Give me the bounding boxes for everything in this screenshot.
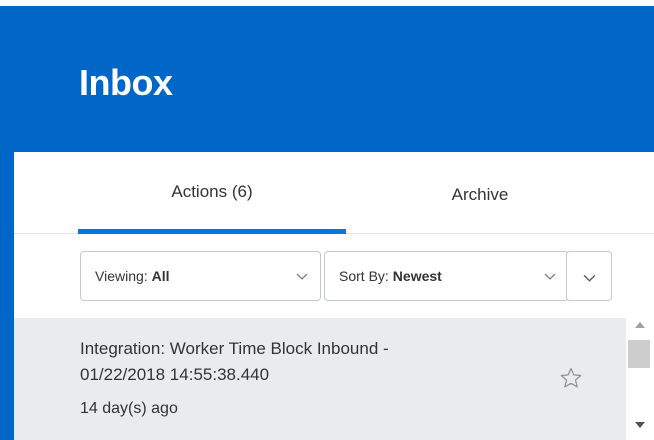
- chevron-down-icon: [296, 273, 308, 280]
- inbox-window: Inbox Actions (6) Archive Viewing: All S…: [0, 0, 654, 440]
- item-title-line2: 01/22/2018 14:55:38.440: [80, 365, 270, 384]
- tab-bar: Actions (6) Archive: [14, 152, 654, 234]
- page-title: Inbox: [79, 62, 173, 103]
- item-time-ago: 14 day(s) ago: [80, 400, 178, 417]
- header-top-strip: [0, 0, 654, 6]
- sort-select[interactable]: Sort By: Newest: [324, 251, 569, 301]
- list-scrollbar[interactable]: [626, 318, 654, 440]
- item-title-line1: Integration: Worker Time Block Inbound -: [80, 339, 389, 358]
- item-title: Integration: Worker Time Block Inbound -…: [80, 336, 520, 388]
- inbox-header: Inbox: [0, 0, 654, 152]
- scroll-up-arrow-icon[interactable]: [634, 320, 646, 330]
- list-item[interactable]: Integration: Worker Time Block Inbound -…: [14, 318, 626, 440]
- chevron-down-icon: [544, 273, 556, 280]
- scroll-down-arrow-icon[interactable]: [634, 420, 646, 430]
- sort-label: Sort By:: [339, 268, 389, 284]
- tab-actions[interactable]: Actions (6): [78, 152, 346, 234]
- viewing-label: Viewing:: [95, 268, 148, 284]
- sort-value: Newest: [392, 268, 442, 284]
- star-outline-icon[interactable]: [559, 366, 583, 390]
- tab-archive[interactable]: Archive: [346, 152, 614, 234]
- filter-toolbar: Viewing: All Sort By: Newest: [14, 234, 654, 318]
- inbox-list: Integration: Worker Time Block Inbound -…: [14, 318, 626, 440]
- viewing-value: All: [151, 268, 170, 284]
- scroll-thumb[interactable]: [628, 340, 650, 368]
- chevron-down-icon: [583, 274, 596, 282]
- viewing-select[interactable]: Viewing: All: [80, 251, 321, 301]
- expand-button[interactable]: [566, 251, 612, 301]
- left-accent-bar: [0, 152, 14, 440]
